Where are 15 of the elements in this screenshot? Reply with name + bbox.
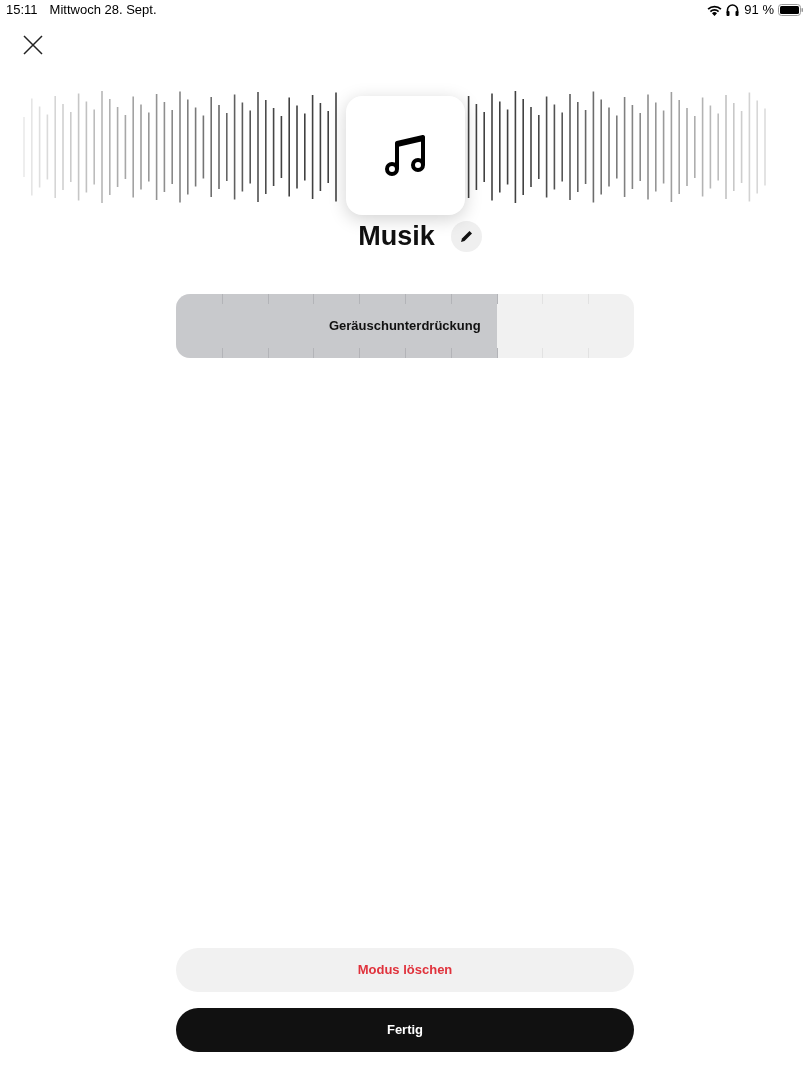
close-button[interactable] <box>22 34 44 56</box>
edit-button[interactable] <box>450 220 482 252</box>
slider-label: Geräuschunterdrückung <box>328 317 481 336</box>
headphones-icon <box>726 4 741 16</box>
status-date: Mittwoch 28. Sept. <box>49 1 157 20</box>
mode-title: Musik <box>358 219 435 253</box>
wifi-icon <box>707 4 723 16</box>
delete-mode-button[interactable]: Modus löschen <box>176 948 634 992</box>
pencil-icon <box>458 228 474 244</box>
slider-track[interactable]: Geräuschunterdrückung <box>176 294 634 358</box>
battery-percentage: 91 % <box>744 1 774 20</box>
battery-icon <box>778 4 804 16</box>
slider-fill[interactable] <box>176 294 497 358</box>
status-time: 15:11 <box>6 1 38 20</box>
done-button[interactable]: Fertig <box>176 1008 634 1052</box>
